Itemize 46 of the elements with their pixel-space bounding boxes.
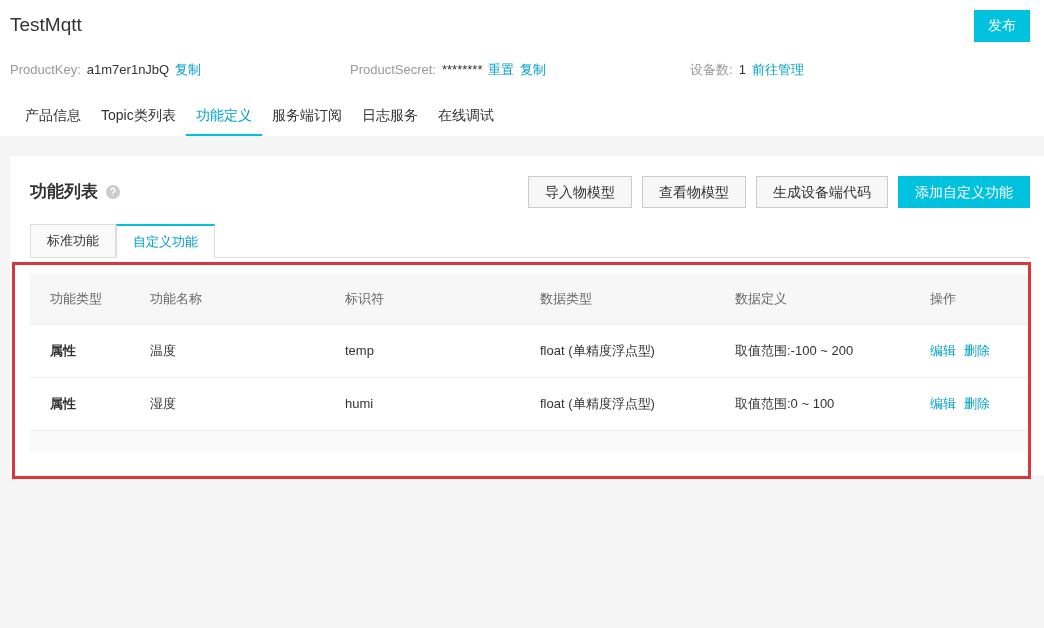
nav-tab[interactable]: 功能定义 (185, 96, 262, 136)
info-value: 1 (738, 61, 746, 80)
info-label: ProductSecret: (350, 61, 436, 80)
table-cell-text: float (单精度浮点型) (540, 395, 656, 414)
info-link[interactable]: 复制 (520, 60, 547, 80)
column-header: 数据定义 (735, 290, 788, 309)
info-label: 设备数: (690, 61, 733, 80)
column-header: 数据类型 (540, 290, 593, 309)
row-action-link[interactable]: 删除 (964, 394, 990, 414)
product-title: TestMqtt (10, 13, 82, 38)
table-cell-text: 取值范围:0 ~ 100 (735, 395, 836, 414)
row-action-link[interactable]: 删除 (964, 341, 990, 361)
toolbar-button[interactable]: 导入物模型 (528, 176, 632, 208)
nav-tab[interactable]: 日志服务 (351, 96, 428, 136)
info-value: ******** (442, 61, 483, 80)
info-link[interactable]: 重置 (488, 60, 515, 80)
row-action-link[interactable]: 编辑 (930, 394, 956, 414)
info-link[interactable]: 前往管理 (751, 60, 804, 80)
row-action-link[interactable]: 编辑 (930, 341, 956, 361)
help-icon[interactable] (106, 185, 120, 199)
info-value: a1m7er1nJbQ (86, 61, 170, 80)
table-cell-text: float (单精度浮点型) (540, 342, 656, 361)
column-header: 功能类型 (50, 290, 103, 309)
info-link[interactable]: 复制 (175, 60, 202, 80)
column-header: 功能名称 (150, 290, 203, 309)
column-header: 标识符 (345, 290, 385, 309)
table-cell-text: 属性 (50, 395, 77, 414)
table-cell-text: 湿度 (150, 395, 177, 414)
card-title: 功能列表 (30, 181, 98, 204)
table-cell-text: temp (345, 342, 375, 361)
column-header: 操作 (930, 290, 957, 309)
sub-tab[interactable]: 自定义功能 (116, 224, 215, 258)
toolbar-button[interactable]: 查看物模型 (642, 176, 746, 208)
table-cell-text: 属性 (50, 342, 77, 361)
nav-tab[interactable]: 服务端订阅 (261, 96, 352, 136)
table-cell-text: humi (345, 395, 375, 414)
nav-tab[interactable]: 在线调试 (427, 96, 504, 136)
toolbar-button[interactable]: 生成设备端代码 (756, 176, 888, 208)
info-label: ProductKey: (10, 61, 81, 80)
toolbar-button[interactable]: 添加自定义功能 (898, 176, 1030, 208)
table-cell-text: 取值范围:-100 ~ 200 (735, 342, 855, 361)
table-cell-text: 温度 (150, 342, 177, 361)
nav-tab[interactable]: 产品信息 (15, 96, 91, 136)
sub-tab[interactable]: 标准功能 (30, 224, 116, 258)
nav-tab[interactable]: Topic类列表 (91, 96, 186, 136)
publish-button[interactable]: 发布 (974, 9, 1030, 42)
